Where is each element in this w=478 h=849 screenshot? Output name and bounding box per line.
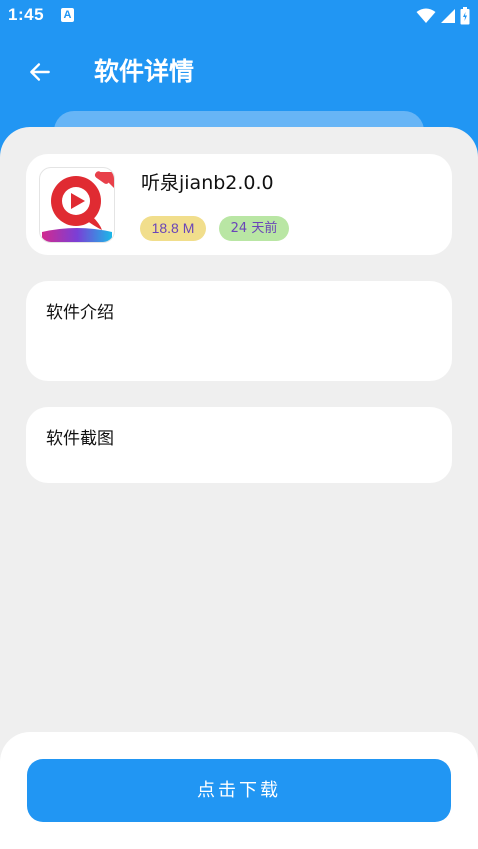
screenshots-card: 软件截图 bbox=[26, 407, 452, 483]
size-badge: 18.8 M bbox=[140, 216, 206, 241]
app-bar: 软件详情 bbox=[0, 40, 478, 104]
status-bar: 1:45 A bbox=[0, 0, 478, 32]
a-letter-icon: A bbox=[61, 8, 74, 22]
intro-card: 软件介绍 bbox=[26, 281, 452, 381]
download-button[interactable]: 点击下载 bbox=[27, 759, 451, 822]
status-time: 1:45 bbox=[8, 5, 45, 24]
back-button[interactable] bbox=[24, 56, 56, 88]
bottom-action-sheet: 点击下载 bbox=[0, 732, 478, 849]
play-logo-icon bbox=[39, 167, 115, 243]
page-title: 软件详情 bbox=[94, 57, 195, 86]
arrow-left-icon bbox=[30, 63, 50, 81]
wifi-icon bbox=[416, 8, 436, 23]
intro-title: 软件介绍 bbox=[46, 303, 114, 323]
app-name: 听泉jianb2.0.0 bbox=[141, 172, 274, 194]
battery-icon bbox=[460, 7, 470, 25]
updated-badge: 24 天前 bbox=[219, 216, 289, 241]
app-info-card: 听泉jianb2.0.0 18.8 M 24 天前 bbox=[26, 154, 452, 255]
screenshots-title: 软件截图 bbox=[46, 429, 114, 449]
app-screen: 1:45 A 软件详情 听泉jianb2.0.0 18.8 M 24 天前 软件… bbox=[0, 0, 478, 849]
status-icons bbox=[416, 6, 470, 26]
signal-icon bbox=[441, 9, 455, 23]
